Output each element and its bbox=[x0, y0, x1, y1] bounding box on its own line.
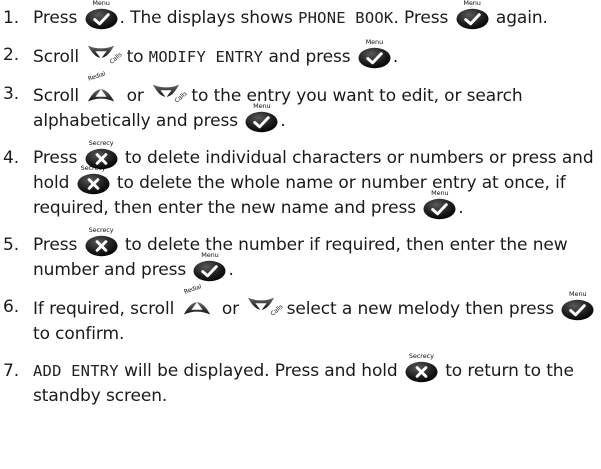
step-text: . bbox=[228, 260, 234, 280]
step-text: or bbox=[216, 299, 245, 319]
step-text: If required, scroll bbox=[33, 299, 180, 319]
step-5: 5. Press Secrecy to delete the number if… bbox=[0, 226, 601, 283]
menu-ok-button-icon: Menu bbox=[193, 251, 226, 282]
redial-up-button-icon: Redial bbox=[86, 70, 119, 108]
step-text: again. bbox=[490, 8, 548, 28]
calls-down-button-icon: Calls bbox=[151, 82, 189, 108]
step-2: 2. Scroll Calls to MODIFY ENTRY and pres… bbox=[0, 38, 601, 70]
step-text: will be displayed. Press and hold bbox=[118, 361, 403, 381]
secrecy-clear-button-icon: Secrecy bbox=[85, 226, 118, 257]
menu-ok-button-icon: Menu bbox=[456, 0, 489, 30]
step-number: 1. bbox=[3, 8, 20, 28]
step-number: 5. bbox=[3, 235, 20, 255]
calls-down-button-icon: Calls bbox=[86, 43, 124, 69]
step-number: 7. bbox=[3, 361, 20, 381]
step-text: and press bbox=[263, 47, 356, 67]
step-7: 7. ADD ENTRY will be displayed. Press an… bbox=[0, 352, 601, 409]
step-text: . bbox=[458, 198, 464, 218]
button-caption: Menu bbox=[201, 251, 219, 259]
calls-down-button-icon: Calls bbox=[246, 295, 284, 321]
button-caption: Secrecy bbox=[88, 226, 114, 234]
button-caption: Menu bbox=[253, 102, 271, 110]
button-caption: Secrecy bbox=[408, 352, 434, 360]
instruction-page: 1. Press Menu . The displays shows PHONE … bbox=[0, 0, 601, 469]
step-text: to confirm. bbox=[33, 324, 125, 344]
button-caption: Menu bbox=[569, 290, 587, 298]
step-number: 4. bbox=[3, 148, 20, 168]
step-6: 6. If required, scroll Redial or Calls s… bbox=[0, 283, 601, 347]
step-text: . bbox=[280, 111, 286, 131]
lcd-display-text: ADD ENTRY bbox=[33, 362, 119, 380]
secrecy-clear-button-icon: Secrecy bbox=[405, 352, 438, 383]
step-1: 1. Press Menu . The displays shows PHONE … bbox=[0, 0, 601, 31]
step-text: . bbox=[392, 47, 399, 67]
button-caption: Menu bbox=[365, 38, 384, 46]
menu-ok-button-icon: Menu bbox=[561, 290, 594, 321]
menu-ok-button-icon: Menu bbox=[245, 102, 278, 133]
step-text: . Press bbox=[393, 8, 454, 28]
button-caption: Menu bbox=[463, 0, 481, 7]
step-3: 3. Scroll Redial or Calls to the entry y… bbox=[0, 70, 601, 134]
step-text: to delete the whole name or number entry… bbox=[33, 173, 566, 218]
step-4: 4. Press Secrecy to delete individual ch… bbox=[0, 139, 601, 221]
lcd-display-text: PHONE BOOK bbox=[298, 9, 394, 27]
step-text: Press bbox=[33, 235, 83, 255]
lcd-display-text: MODIFY ENTRY bbox=[148, 48, 264, 66]
step-text: select a new melody then press bbox=[281, 299, 560, 319]
step-text: Scroll bbox=[33, 86, 85, 106]
step-text: . The displays shows bbox=[119, 8, 299, 28]
menu-ok-button-icon: Menu bbox=[85, 0, 118, 30]
redial-up-button-icon: Redial bbox=[182, 283, 215, 321]
step-number: 3. bbox=[3, 84, 20, 104]
button-caption: Menu bbox=[92, 0, 110, 7]
button-caption: Secrecy bbox=[88, 139, 114, 147]
instruction-list: 1. Press Menu . The displays shows PHONE … bbox=[0, 0, 601, 409]
step-text: Press bbox=[33, 8, 83, 28]
button-caption: Secrecy bbox=[80, 164, 106, 172]
step-number: 2. bbox=[3, 45, 20, 65]
menu-ok-button-icon: Menu bbox=[423, 189, 456, 220]
step-text: Scroll bbox=[33, 47, 85, 67]
step-text: or bbox=[121, 86, 150, 106]
menu-ok-button-icon: Menu bbox=[358, 38, 391, 69]
secrecy-clear-button-icon: Secrecy bbox=[77, 164, 110, 195]
step-number: 6. bbox=[3, 297, 20, 317]
button-caption: Menu bbox=[431, 189, 449, 197]
step-text: Press bbox=[33, 148, 83, 168]
